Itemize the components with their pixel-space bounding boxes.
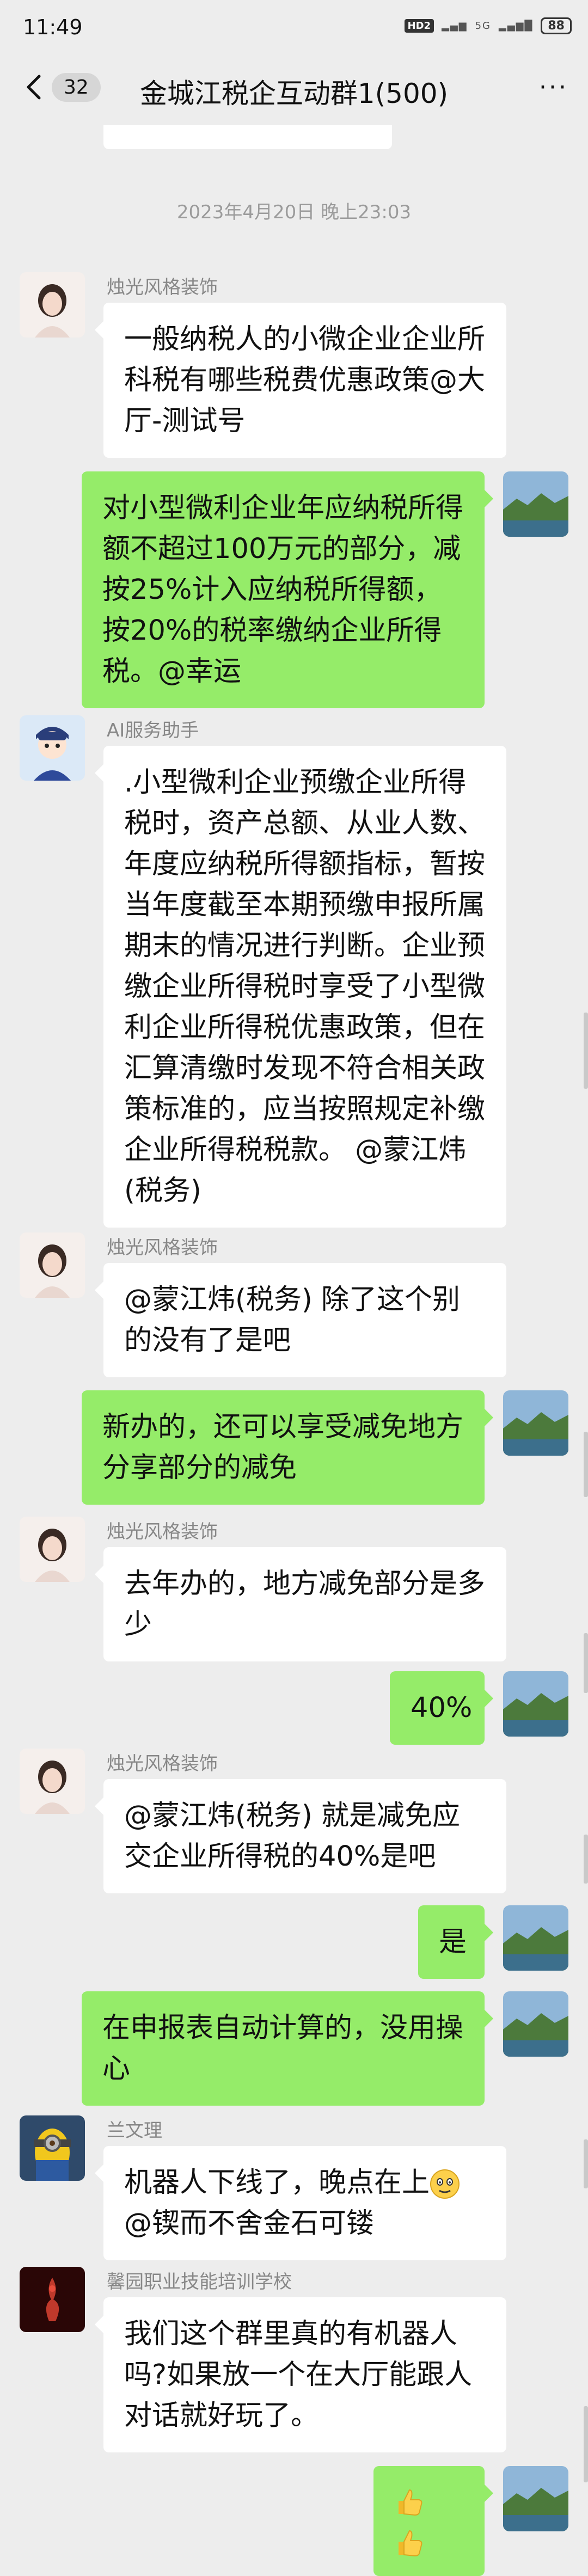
message-bubble[interactable]: .小型微利企业预缴企业所得税时，资产总额、从业人数、年度应纳税所得额指标，暂按当… <box>95 746 506 1228</box>
status-bar: 11:49 HD2 ▂▄▆ 5G ▂▄▆█ 88 <box>0 0 588 59</box>
avatar-self[interactable] <box>503 1905 568 1971</box>
scroll-indicator <box>584 2406 588 2482</box>
message-bubble[interactable]: 是 <box>418 1905 493 1979</box>
message-bubble[interactable]: 去年办的，地方减免部分是多少 <box>95 1547 506 1661</box>
more-options-icon[interactable]: ··· <box>539 76 568 100</box>
message-bubble[interactable]: 40% <box>390 1671 493 1745</box>
message-bubble[interactable]: 对小型微利企业年应纳税所得额不超过100万元的部分，减按25%计入应纳税所得额，… <box>82 471 493 708</box>
thumbs-up-icon <box>399 2530 422 2557</box>
hd-indicator: HD2 <box>404 19 434 33</box>
avatar-lanwenli[interactable] <box>20 2115 85 2181</box>
awkward-smile-emoji-icon <box>430 2169 460 2199</box>
message-text: 机器人下线了，晚点在上 <box>124 2167 430 2199</box>
sender-name: AI服务助手 <box>107 720 199 741</box>
chat-title: 金城江税企互动群1(500) <box>139 78 449 109</box>
message-text: @锲而不舍金石可镂 <box>124 2207 375 2240</box>
avatar-zhuguang[interactable] <box>20 1517 85 1582</box>
signal-icon: ▂▄▆█ <box>499 20 534 32</box>
avatar-xinyuan[interactable] <box>20 2267 85 2332</box>
status-time: 11:49 <box>23 15 83 39</box>
message-bubble[interactable]: 一般纳税人的小微企业企业所科税有哪些税费优惠政策@大厅-测试号 <box>95 303 506 458</box>
no-signal-icon: ▂▄▆ <box>442 20 468 32</box>
avatar-self[interactable] <box>503 1991 568 2057</box>
sender-name: 烛光风格装饰 <box>107 1753 218 1775</box>
message-bubble[interactable]: @蒙江炜(税务) 就是减免应交企业所得税的40%是吧 <box>95 1779 506 1893</box>
network-type: 5G <box>475 20 491 32</box>
previous-message-fragment <box>103 125 392 149</box>
message-bubble[interactable]: 新办的，还可以享受减免地方分享部分的减免 <box>82 1390 493 1505</box>
scroll-indicator <box>584 1835 588 1884</box>
avatar-self[interactable] <box>503 1671 568 1737</box>
scroll-indicator <box>584 1013 588 1089</box>
scroll-indicator <box>584 1633 588 1693</box>
avatar-zhuguang[interactable] <box>20 1232 85 1298</box>
status-icons: HD2 ▂▄▆ 5G ▂▄▆█ 88 <box>404 17 572 34</box>
sender-name: 烛光风格装饰 <box>107 1237 218 1259</box>
avatar-zhuguang[interactable] <box>20 272 85 338</box>
thumbs-up-icon <box>399 2489 422 2516</box>
sender-name: 兰文理 <box>107 2120 162 2142</box>
chat-header: 32 金城江税企互动群1(500) ··· <box>0 59 588 119</box>
message-bubble[interactable]: @蒙江炜(税务) 除了这个别的没有了是吧 <box>95 1263 506 1377</box>
sender-name: 烛光风格装饰 <box>107 277 218 298</box>
sender-name: 烛光风格装饰 <box>107 1521 218 1543</box>
avatar-ai-assistant[interactable] <box>20 715 85 781</box>
sender-name: 馨园职业技能培训学校 <box>107 2271 292 2293</box>
avatar-self[interactable] <box>503 1390 568 1456</box>
battery-icon: 88 <box>541 17 572 34</box>
message-timestamp: 2023年4月20日 晚上23:03 <box>176 201 412 223</box>
message-bubble[interactable]: 我们这个群里真的有机器人吗?如果放一个在大厅能跟人对话就好玩了。 <box>95 2297 506 2452</box>
avatar-self[interactable] <box>503 471 568 537</box>
avatar-self[interactable] <box>503 2466 568 2531</box>
message-bubble[interactable]: 在申报表自动计算的，没用操心 <box>82 1991 493 2106</box>
scroll-indicator <box>584 1432 588 1497</box>
message-bubble[interactable]: 机器人下线了，晚点在上 @锲而不舍金石可镂 <box>95 2146 506 2260</box>
scroll-indicator <box>584 2139 588 2188</box>
avatar-zhuguang[interactable] <box>20 1749 85 1814</box>
